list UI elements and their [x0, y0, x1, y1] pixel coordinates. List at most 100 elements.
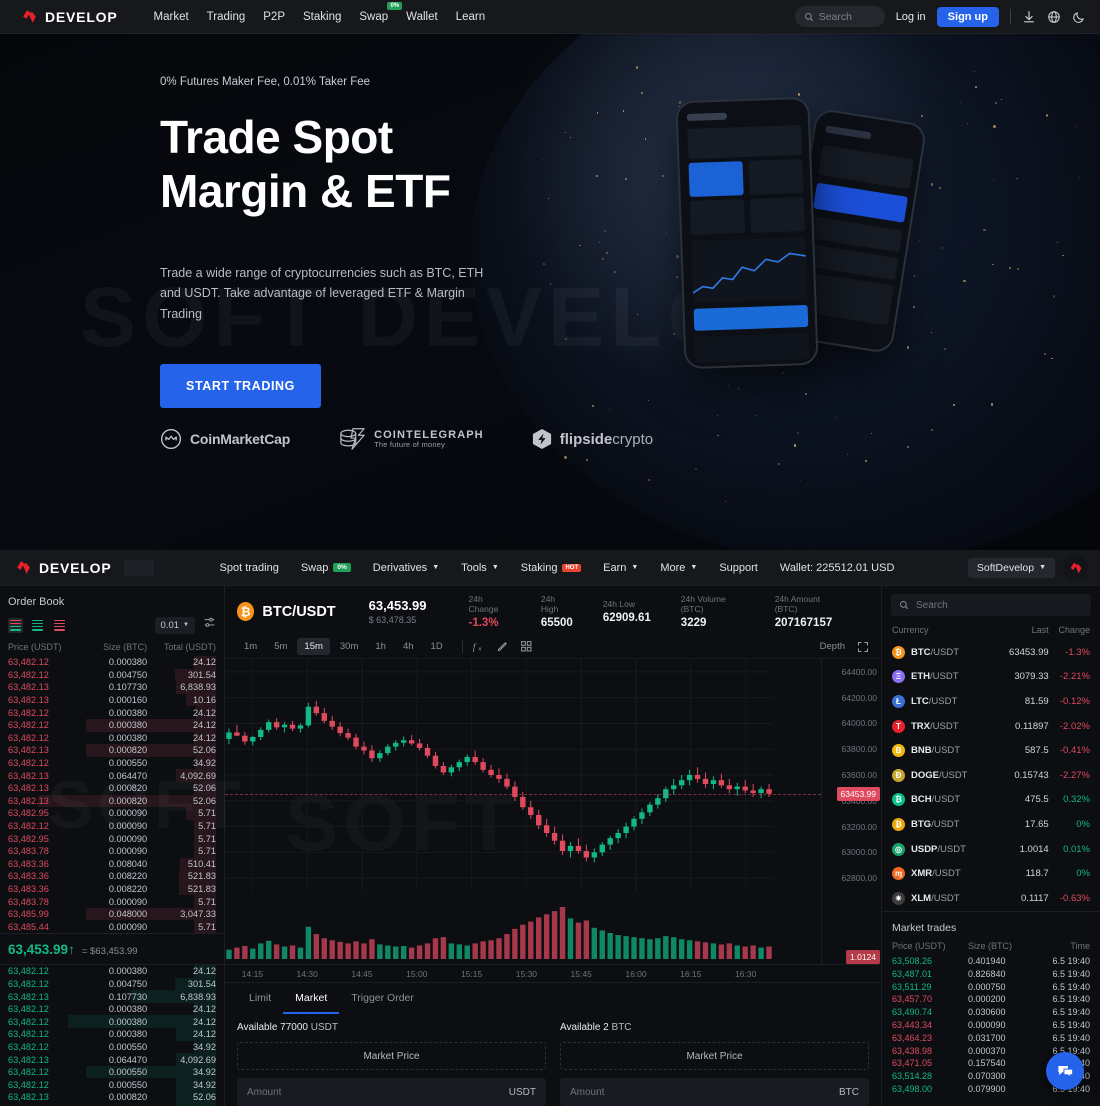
time-tick: 14:15 [241, 969, 264, 979]
search-input[interactable]: Search [794, 6, 885, 27]
fullscreen-icon[interactable] [857, 641, 869, 653]
view-mode-both[interactable] [8, 617, 23, 633]
draw-icon[interactable] [496, 640, 509, 653]
order-book-row[interactable]: 63,482.95 0.000090 5.71 [0, 807, 224, 820]
market-row[interactable]: ɱ XMR/USDT 118.7 0% [882, 861, 1100, 886]
app-nav-spot-trading[interactable]: Spot trading [220, 562, 279, 574]
market-row[interactable]: ✷ XLM/USDT 0.1117 -0.63% [882, 886, 1100, 911]
nav-item-swap[interactable]: Swap 0% [359, 1, 403, 23]
nav-item-staking[interactable]: Staking [303, 11, 341, 23]
order-book-row[interactable]: 63,482.13 0.064470 4,092.69 [0, 769, 224, 782]
order-book-row[interactable]: 63,482.12 0.000380 24.12 [0, 965, 224, 978]
market-row[interactable]: T TRX/USDT 0.11897 -2.02% [882, 714, 1100, 739]
timeframe-15m[interactable]: 15m [297, 638, 330, 655]
market-row[interactable]: ₿ BTG/USDT 17.65 0% [882, 812, 1100, 837]
depth-toggle[interactable]: Depth [820, 641, 845, 652]
tick-size-dropdown[interactable]: 0.01 ▼ [154, 616, 195, 634]
nav-item-wallet[interactable]: Wallet [406, 11, 438, 23]
order-book-row[interactable]: 63,482.12 0.000550 34.92 [0, 1040, 224, 1054]
timeframe-1D[interactable]: 1D [424, 638, 450, 655]
order-book-row[interactable]: 63,483.36 0.008220 521.83 [0, 882, 224, 896]
app-nav-earn[interactable]: Earn ▼ [603, 562, 638, 574]
market-row[interactable]: Ξ ETH/USDT 3079.33 -2.21% [882, 665, 1100, 690]
order-tab-limit[interactable]: Limit [237, 983, 283, 1014]
download-icon[interactable] [1022, 10, 1036, 24]
market-row[interactable]: Ł LTC/USDT 81.59 -0.12% [882, 689, 1100, 714]
order-book-row[interactable]: 63,482.12 0.000090 5.71 [0, 819, 224, 833]
order-book-row[interactable]: 63,482.12 0.000380 24.12 [0, 1015, 224, 1029]
order-book-row[interactable]: 63,485.44 0.000090 5.71 [0, 920, 224, 934]
order-book-row[interactable]: 63,482.12 0.004750 301.54 [0, 668, 224, 682]
indicator-icon[interactable]: fx [472, 640, 485, 653]
nav-item-market[interactable]: Market [154, 11, 189, 23]
timeframe-4h[interactable]: 4h [396, 638, 421, 655]
order-book-row[interactable]: 63,482.12 0.000380 24.12 [0, 706, 224, 719]
app-nav-staking[interactable]: Staking HOT [521, 562, 582, 574]
order-book-row[interactable]: 63,482.13 0.000820 52.06 [0, 744, 224, 757]
market-row[interactable]: B BNB/USDT 587.5 -0.41% [882, 738, 1100, 763]
market-row[interactable]: ◎ USDP/USDT 1.0014 0.01% [882, 837, 1100, 862]
settings-icon[interactable] [203, 616, 216, 634]
app-nav-swap[interactable]: Swap 0% [301, 562, 351, 574]
chat-button[interactable] [1046, 1052, 1084, 1090]
candlestick-chart[interactable]: SOFT 64400.0064200.0064000.0063800.00636… [225, 659, 881, 964]
order-book-row[interactable]: 63,482.13 0.107730 6,838.93 [0, 990, 224, 1003]
order-tab-market[interactable]: Market [283, 983, 340, 1014]
app-nav-wallet[interactable]: Wallet: 225512.01 USD [780, 562, 895, 574]
app-nav-tools[interactable]: Tools ▼ [461, 562, 499, 574]
order-book-row[interactable]: 63,482.12 0.004750 301.54 [0, 977, 224, 991]
timeframe-30m[interactable]: 30m [333, 638, 365, 655]
order-book-row[interactable]: 63,482.12 0.000380 24.12 [0, 718, 224, 732]
layout-icon[interactable] [520, 640, 533, 653]
globe-icon[interactable] [1047, 10, 1061, 24]
order-book-row[interactable]: 63,482.13 0.064470 4,092.69 [0, 1053, 224, 1066]
order-book-row[interactable]: 63,482.12 0.000380 24.12 [0, 1002, 224, 1016]
market-row[interactable]: ₿ BTC/USDT 63453.99 -1.3% [882, 640, 1100, 665]
market-row[interactable]: ₿ BCH/USDT 475.5 0.32% [882, 788, 1100, 813]
start-trading-button[interactable]: START TRADING [160, 364, 321, 409]
order-book-row[interactable]: 63,483.36 0.008220 521.83 [0, 870, 224, 883]
nav-item-trading[interactable]: Trading [207, 11, 246, 23]
timeframe-1h[interactable]: 1h [368, 638, 393, 655]
site-logo[interactable]: DEVELOP [0, 7, 118, 26]
buy-amount-input[interactable]: Amount USDT [237, 1078, 546, 1106]
order-book-row[interactable]: 63,482.13 0.000820 52.06 [0, 1091, 224, 1104]
view-mode-bids[interactable] [30, 618, 45, 633]
order-book-row[interactable]: 63,482.12 0.000550 34.92 [0, 1078, 224, 1091]
order-book-row[interactable]: 63,482.13 0.000160 10.16 [0, 693, 224, 707]
order-book-row[interactable]: 63,482.12 0.000380 24.12 [0, 656, 224, 669]
pair-name[interactable]: BTC/USDT [262, 604, 335, 620]
market-search-input[interactable]: Search [891, 594, 1091, 616]
order-book-row[interactable]: 63,482.12 0.000550 34.92 [0, 756, 224, 770]
moon-icon[interactable] [1072, 10, 1086, 24]
order-book-row[interactable]: 63,482.12 0.000380 24.12 [0, 1028, 224, 1041]
market-row[interactable]: Ɖ DOGE/USDT 0.15743 -2.27% [882, 763, 1100, 788]
app-nav-more[interactable]: More ▼ [660, 562, 697, 574]
order-book-row[interactable]: 63,482.12 0.000380 24.12 [0, 731, 224, 745]
app-logo[interactable]: DEVELOP [0, 558, 112, 577]
order-book-row[interactable]: 63,485.99 0.048000 3,047.33 [0, 907, 224, 921]
sell-amount-input[interactable]: Amount BTC [560, 1078, 869, 1106]
timeframe-5m[interactable]: 5m [267, 638, 294, 655]
buy-price-field[interactable]: Market Price [237, 1042, 546, 1070]
nav-item-p2p[interactable]: P2P [263, 11, 285, 23]
order-book-row[interactable]: 63,482.13 0.000820 52.06 [0, 781, 224, 795]
order-book-row[interactable]: 63,482.95 0.000090 5.71 [0, 832, 224, 845]
order-book-row[interactable]: 63,482.13 0.000820 52.06 [0, 794, 224, 808]
timeframe-1m[interactable]: 1m [237, 638, 264, 655]
order-book-row[interactable]: 63,482.12 0.000550 34.92 [0, 1065, 224, 1079]
order-book-row[interactable]: 63,483.78 0.000090 5.71 [0, 895, 224, 908]
order-book-row[interactable]: 63,482.13 0.107730 6,838.93 [0, 681, 224, 694]
app-logo-badge[interactable] [1063, 555, 1088, 580]
app-nav-support[interactable]: Support [719, 562, 758, 574]
signup-button[interactable]: Sign up [936, 6, 999, 27]
view-mode-asks[interactable] [52, 618, 67, 633]
order-tab-trigger-order[interactable]: Trigger Order [339, 983, 426, 1014]
order-book-row[interactable]: 63,483.36 0.008040 510.41 [0, 857, 224, 871]
login-link[interactable]: Log in [896, 11, 926, 23]
nav-item-learn[interactable]: Learn [456, 11, 485, 23]
sell-price-field[interactable]: Market Price [560, 1042, 869, 1070]
app-nav-derivatives[interactable]: Derivatives ▼ [373, 562, 439, 574]
account-menu[interactable]: SoftDevelop ▼ [967, 557, 1055, 578]
order-book-row[interactable]: 63,483.78 0.000090 5.71 [0, 844, 224, 858]
